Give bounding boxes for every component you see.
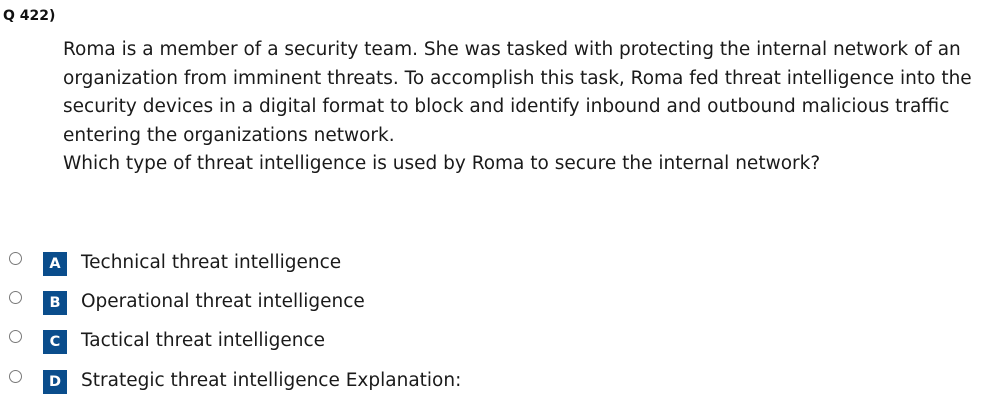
option-letter-c: C <box>43 330 67 354</box>
question-line: entering the organizations network. <box>63 124 395 146</box>
radio-button-a[interactable] <box>9 252 22 265</box>
option-label-d: Strategic threat intelligence Explanatio… <box>81 370 462 391</box>
question-line: Which type of threat intelligence is use… <box>63 153 821 174</box>
option-c[interactable]: C Tactical threat intelligence <box>0 326 600 356</box>
question-number: Q 422) <box>3 8 56 24</box>
radio-button-d[interactable] <box>9 370 22 383</box>
option-d[interactable]: D Strategic threat intelligence Explanat… <box>0 366 600 396</box>
option-letter-a: A <box>43 252 67 276</box>
option-a[interactable]: A Technical threat intelligence <box>0 248 600 278</box>
option-b[interactable]: B Operational threat intelligence <box>0 287 600 317</box>
question-text: Roma is a member of a security team. She… <box>63 36 988 179</box>
option-label-a: Technical threat intelligence <box>81 252 342 273</box>
option-label-c: Tactical threat intelligence <box>81 330 326 351</box>
option-letter-d: D <box>43 370 67 394</box>
question-line: Roma is a member of a security team. She… <box>63 39 961 60</box>
option-letter-b: B <box>43 291 67 315</box>
radio-button-c[interactable] <box>9 330 22 343</box>
option-label-b: Operational threat intelligence <box>81 291 365 312</box>
question-line: organization from imminent threats. To a… <box>63 67 972 89</box>
radio-button-b[interactable] <box>9 291 22 304</box>
question-line: security devices in a digital format to … <box>63 96 950 117</box>
